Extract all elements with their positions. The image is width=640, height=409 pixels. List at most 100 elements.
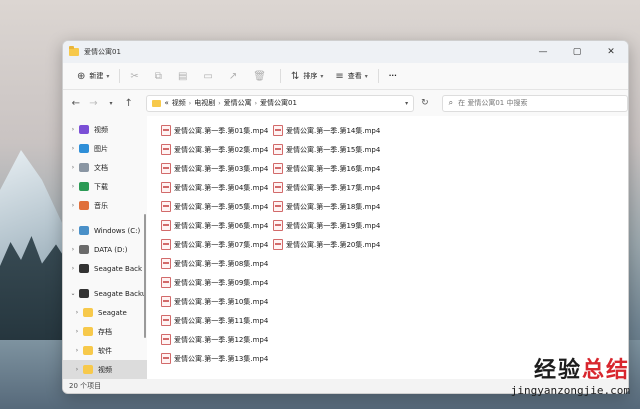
file-item[interactable]: 爱情公寓.第一季.第05集.mp4	[161, 197, 273, 216]
chevron-right-icon[interactable]: ›	[67, 202, 79, 209]
search-placeholder: 在 爱情公寓01 中搜索	[458, 99, 528, 107]
chevron-right-icon[interactable]: ›	[67, 126, 79, 133]
breadcrumb-overflow[interactable]: «	[165, 99, 169, 107]
copy-icon: ⧉	[154, 70, 162, 82]
file-name: 爱情公寓.第一季.第11集.mp4	[174, 316, 269, 325]
copy-button[interactable]: ⧉	[149, 66, 172, 86]
sidebar-item[interactable]: › Seagate	[63, 303, 147, 322]
file-item[interactable]: 爱情公寓.第一季.第15集.mp4	[273, 140, 385, 159]
folder-icon	[83, 365, 93, 374]
address-bar[interactable]: « 视频 › 电视剧 › 爱情公寓 › 爱情公寓01 ▾	[145, 94, 415, 112]
file-name: 爱情公寓.第一季.第16集.mp4	[286, 164, 381, 173]
view-button-label: 查看	[347, 72, 362, 80]
sidebar-item[interactable]: › 图片	[63, 139, 147, 158]
chevron-right-icon[interactable]: ›	[67, 145, 79, 152]
sidebar-item[interactable]: › 音乐	[63, 196, 147, 215]
view-button[interactable]: ≡ 查看 ▾	[329, 66, 373, 86]
sidebar-item[interactable]: › 文档	[63, 158, 147, 177]
maximize-button[interactable]: ▢	[560, 47, 594, 57]
rename-button[interactable]: ▭	[197, 66, 222, 86]
chevron-right-icon[interactable]: ›	[71, 309, 83, 316]
file-item[interactable]: 爱情公寓.第一季.第17集.mp4	[273, 178, 385, 197]
window-title: 爱情公寓01	[84, 48, 121, 56]
breadcrumb-item[interactable]: 爱情公寓01	[260, 98, 297, 108]
video-file-icon	[273, 239, 283, 250]
chevron-right-icon[interactable]: ›	[67, 164, 79, 171]
title-bar: 爱情公寓01 — ▢ ✕	[63, 41, 628, 63]
sidebar-item-label: Seagate Back	[94, 264, 143, 273]
file-name: 爱情公寓.第一季.第05集.mp4	[174, 202, 269, 211]
file-item[interactable]: 爱情公寓.第一季.第10集.mp4	[161, 292, 273, 311]
sidebar-item-label: 文档	[94, 163, 108, 172]
file-item[interactable]: 爱情公寓.第一季.第01集.mp4	[161, 121, 273, 140]
paste-button[interactable]: ▤	[172, 66, 197, 86]
video-file-icon	[273, 220, 283, 231]
chevron-down-icon: ▾	[106, 72, 110, 80]
file-name: 爱情公寓.第一季.第17集.mp4	[286, 183, 381, 192]
file-item[interactable]: 爱情公寓.第一季.第18集.mp4	[273, 197, 385, 216]
video-file-icon	[273, 125, 283, 136]
delete-button[interactable]: 🗑	[247, 66, 276, 86]
sidebar-scrollbar[interactable]	[144, 214, 146, 338]
sidebar-item[interactable]: › DATA (D:)	[63, 240, 147, 259]
back-button[interactable]: ←	[67, 98, 85, 109]
file-item[interactable]: 爱情公寓.第一季.第09集.mp4	[161, 273, 273, 292]
file-item[interactable]: 爱情公寓.第一季.第19集.mp4	[273, 216, 385, 235]
file-name: 爱情公寓.第一季.第03集.mp4	[174, 164, 269, 173]
file-item[interactable]: 爱情公寓.第一季.第13集.mp4	[161, 349, 273, 368]
video-file-icon	[273, 201, 283, 212]
chevron-down-icon[interactable]: ▾	[405, 100, 408, 107]
watermark-title-a: 经验	[533, 358, 582, 383]
chevron-right-icon[interactable]: ›	[67, 227, 79, 234]
file-item[interactable]: 爱情公寓.第一季.第07集.mp4	[161, 235, 273, 254]
view-icon: ≡	[335, 70, 344, 82]
file-item[interactable]: 爱情公寓.第一季.第08集.mp4	[161, 254, 273, 273]
up-button[interactable]: ↑	[120, 98, 138, 109]
sidebar-item[interactable]: › 下载	[63, 177, 147, 196]
sidebar-item[interactable]: › Seagate Back	[63, 259, 147, 278]
sidebar-item[interactable]: › 软件	[63, 341, 147, 360]
chevron-down-icon: ▾	[364, 72, 368, 80]
new-button-label: 新建	[89, 72, 104, 80]
new-button[interactable]: ⊕ 新建 ▾	[71, 66, 115, 86]
more-options-button[interactable]: ···	[383, 66, 403, 86]
file-item[interactable]: 爱情公寓.第一季.第12集.mp4	[161, 330, 273, 349]
file-item[interactable]: 爱情公寓.第一季.第02集.mp4	[161, 140, 273, 159]
search-box[interactable]: ⌕ 在 爱情公寓01 中搜索	[441, 94, 628, 112]
cut-button[interactable]: ✂	[124, 66, 148, 86]
chevron-down-icon[interactable]: ⌄	[67, 290, 79, 297]
sidebar-item[interactable]: ⌄ Seagate Backu	[63, 284, 147, 303]
file-item[interactable]: 爱情公寓.第一季.第16集.mp4	[273, 159, 385, 178]
file-item[interactable]: 爱情公寓.第一季.第03集.mp4	[161, 159, 273, 178]
chevron-right-icon[interactable]: ›	[67, 246, 79, 253]
chevron-right-icon[interactable]: ›	[71, 328, 83, 335]
file-item[interactable]: 爱情公寓.第一季.第14集.mp4	[273, 121, 385, 140]
navigation-pane: › 视频 › 图片 › 文档 › 下载 › 音乐 › Windows (C:) › DATA (D:) › S…	[63, 116, 147, 393]
sidebar-item[interactable]: › 存档	[63, 322, 147, 341]
file-name: 爱情公寓.第一季.第13集.mp4	[174, 354, 269, 363]
sidebar-item[interactable]: › Windows (C:)	[63, 221, 147, 240]
chevron-right-icon[interactable]: ›	[71, 366, 83, 373]
sidebar-item-label: 软件	[98, 346, 112, 355]
chevron-right-icon[interactable]: ›	[71, 347, 83, 354]
video-file-icon	[161, 144, 171, 155]
close-button[interactable]: ✕	[594, 47, 628, 57]
sort-button[interactable]: ⇅ 排序 ▾	[285, 66, 329, 86]
breadcrumb-item[interactable]: 视频	[172, 98, 186, 108]
refresh-button[interactable]: ↻	[414, 98, 436, 108]
file-item[interactable]: 爱情公寓.第一季.第04集.mp4	[161, 178, 273, 197]
chevron-right-icon[interactable]: ›	[67, 183, 79, 190]
recent-locations-button[interactable]: ▾	[102, 100, 120, 107]
minimize-button[interactable]: —	[526, 47, 560, 57]
chevron-right-icon[interactable]: ›	[67, 265, 79, 272]
file-item[interactable]: 爱情公寓.第一季.第11集.mp4	[161, 311, 273, 330]
share-button[interactable]: ↗	[223, 66, 247, 86]
sort-button-label: 排序	[303, 72, 318, 80]
breadcrumb-item[interactable]: 爱情公寓	[224, 98, 252, 108]
file-item[interactable]: 爱情公寓.第一季.第20集.mp4	[273, 235, 385, 254]
forward-button[interactable]: →	[85, 98, 103, 109]
breadcrumb-item[interactable]: 电视剧	[194, 98, 215, 108]
file-item[interactable]: 爱情公寓.第一季.第06集.mp4	[161, 216, 273, 235]
sidebar-item[interactable]: › 视频	[63, 120, 147, 139]
sidebar-item[interactable]: › 视频	[63, 360, 147, 379]
